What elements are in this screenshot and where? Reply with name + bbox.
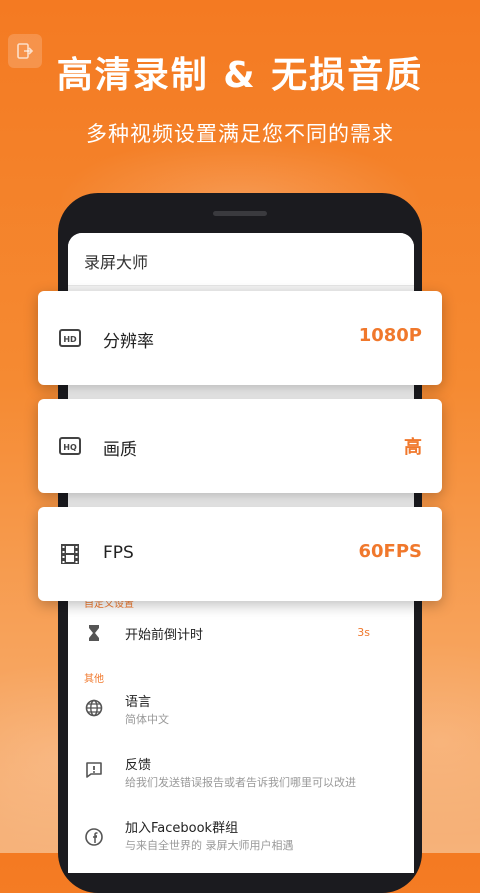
svg-text:HD: HD bbox=[63, 335, 77, 344]
hd-icon: HD bbox=[58, 326, 82, 350]
section-other-label: 其他 bbox=[84, 674, 104, 685]
svg-text:HQ: HQ bbox=[63, 443, 77, 452]
language-title: 语言 bbox=[125, 695, 152, 710]
hero-title: 高清录制 & 无损音质 bbox=[56, 55, 424, 96]
feedback-row[interactable]: 反馈 给我们发送错误报告或者告诉我们哪里可以改进 bbox=[68, 748, 414, 798]
resolution-label: 分辨率 bbox=[103, 332, 154, 352]
language-row[interactable]: 语言 简体中文 bbox=[68, 685, 414, 735]
quality-card[interactable]: HQ 画质 高 bbox=[38, 399, 442, 493]
feedback-icon bbox=[84, 760, 104, 780]
settings-list: 自定义设置 开始前倒计时 3s 其他 语言 简体中文 反馈 给我们发送错误报告或… bbox=[68, 593, 414, 873]
facebook-subtitle: 与来自全世界的 录屏大师用户相遇 bbox=[125, 839, 294, 852]
hourglass-icon bbox=[84, 623, 104, 643]
language-subtitle: 简体中文 bbox=[125, 713, 169, 726]
hq-icon: HQ bbox=[58, 434, 82, 458]
resolution-card[interactable]: HD 分辨率 1080P bbox=[38, 291, 442, 385]
quality-value: 高 bbox=[404, 437, 422, 458]
feedback-title: 反馈 bbox=[125, 758, 152, 773]
quality-label: 画质 bbox=[103, 440, 137, 460]
film-icon bbox=[58, 542, 82, 566]
fps-value: 60FPS bbox=[358, 541, 422, 562]
facebook-title: 加入Facebook群组 bbox=[125, 821, 239, 836]
facebook-icon bbox=[84, 827, 104, 847]
countdown-title: 开始前倒计时 bbox=[125, 628, 204, 643]
countdown-value: 3s bbox=[357, 626, 370, 639]
countdown-row[interactable]: 开始前倒计时 3s bbox=[68, 611, 414, 655]
hero-subtitle: 多种视频设置满足您不同的需求 bbox=[86, 122, 394, 146]
fps-card[interactable]: FPS 60FPS bbox=[38, 507, 442, 601]
fps-label: FPS bbox=[103, 543, 134, 563]
phone-speaker bbox=[213, 211, 267, 216]
app-bar: 录屏大师 bbox=[68, 233, 414, 286]
app-title: 录屏大师 bbox=[84, 253, 149, 272]
globe-icon bbox=[84, 698, 104, 718]
facebook-row[interactable]: 加入Facebook群组 与来自全世界的 录屏大师用户相遇 bbox=[68, 813, 414, 863]
feedback-subtitle: 给我们发送错误报告或者告诉我们哪里可以改进 bbox=[125, 776, 356, 789]
resolution-value: 1080P bbox=[358, 325, 422, 346]
